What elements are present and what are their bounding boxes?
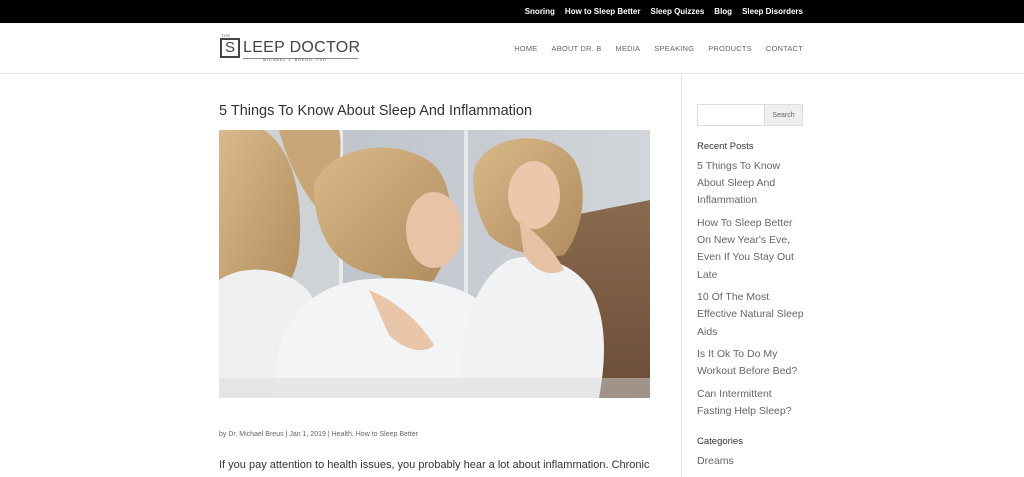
recent-post-link[interactable]: Can Intermittent Fasting Help Sleep? <box>697 386 807 420</box>
post-categories-link[interactable]: Health, How to Sleep Better <box>332 431 418 438</box>
categories-heading: Categories <box>697 436 743 447</box>
top-nav: Snoring How to Sleep Better Sleep Quizze… <box>515 0 803 23</box>
meta-by: by <box>219 431 229 438</box>
post-date: Jan 1, 2019 <box>289 431 326 438</box>
logo-s-box: S <box>220 38 240 58</box>
main-nav: HOME ABOUT DR. B MEDIA SPEAKING PRODUCTS… <box>500 23 803 74</box>
top-nav-sleep-disorders[interactable]: Sleep Disorders <box>742 7 803 16</box>
top-nav-snoring[interactable]: Snoring <box>525 7 555 16</box>
top-bar: Snoring How to Sleep Better Sleep Quizze… <box>0 0 1024 23</box>
nav-about[interactable]: ABOUT DR. B <box>552 44 602 53</box>
search-form: Search <box>697 104 803 126</box>
logo-subtitle: MICHAEL J. BREUS, PhD <box>263 57 327 62</box>
site-logo[interactable]: THE S LEEP DOCTOR MICHAEL J. BREUS, PhD <box>220 33 360 63</box>
top-nav-blog[interactable]: Blog <box>714 7 732 16</box>
sidebar-divider <box>681 74 682 477</box>
recent-posts-list: 5 Things To Know About Sleep And Inflamm… <box>697 158 807 426</box>
nav-contact[interactable]: CONTACT <box>766 44 803 53</box>
categories-list: Dreams <box>697 453 734 470</box>
logo-wordmark: LEEP DOCTOR <box>243 39 361 56</box>
nav-home[interactable]: HOME <box>514 44 537 53</box>
post-author-link[interactable]: Dr. Michael Breus <box>228 431 283 438</box>
recent-posts-heading: Recent Posts <box>697 141 754 152</box>
top-nav-sleep-quizzes[interactable]: Sleep Quizzes <box>651 7 705 16</box>
site-header: THE S LEEP DOCTOR MICHAEL J. BREUS, PhD … <box>0 23 1024 74</box>
post-title[interactable]: 5 Things To Know About Sleep And Inflamm… <box>219 103 532 119</box>
nav-speaking[interactable]: SPEAKING <box>654 44 694 53</box>
recent-post-link[interactable]: 10 Of The Most Effective Natural Sleep A… <box>697 289 807 341</box>
category-link[interactable]: Dreams <box>697 453 734 470</box>
post-meta: by Dr. Michael Breus | Jan 1, 2019 | Hea… <box>219 431 418 438</box>
recent-post-link[interactable]: 5 Things To Know About Sleep And Inflamm… <box>697 158 807 210</box>
post-featured-image[interactable] <box>219 130 650 398</box>
recent-post-link[interactable]: Is It Ok To Do My Workout Before Bed? <box>697 346 807 380</box>
nav-products[interactable]: PRODUCTS <box>708 44 752 53</box>
top-nav-how-to-sleep-better[interactable]: How to Sleep Better <box>565 7 641 16</box>
post-excerpt: If you pay attention to health issues, y… <box>219 459 650 471</box>
search-input[interactable] <box>697 104 765 126</box>
search-button[interactable]: Search <box>765 104 803 126</box>
featured-image-illustration <box>219 130 650 398</box>
recent-post-link[interactable]: How To Sleep Better On New Year's Eve, E… <box>697 215 807 284</box>
nav-media[interactable]: MEDIA <box>616 44 641 53</box>
